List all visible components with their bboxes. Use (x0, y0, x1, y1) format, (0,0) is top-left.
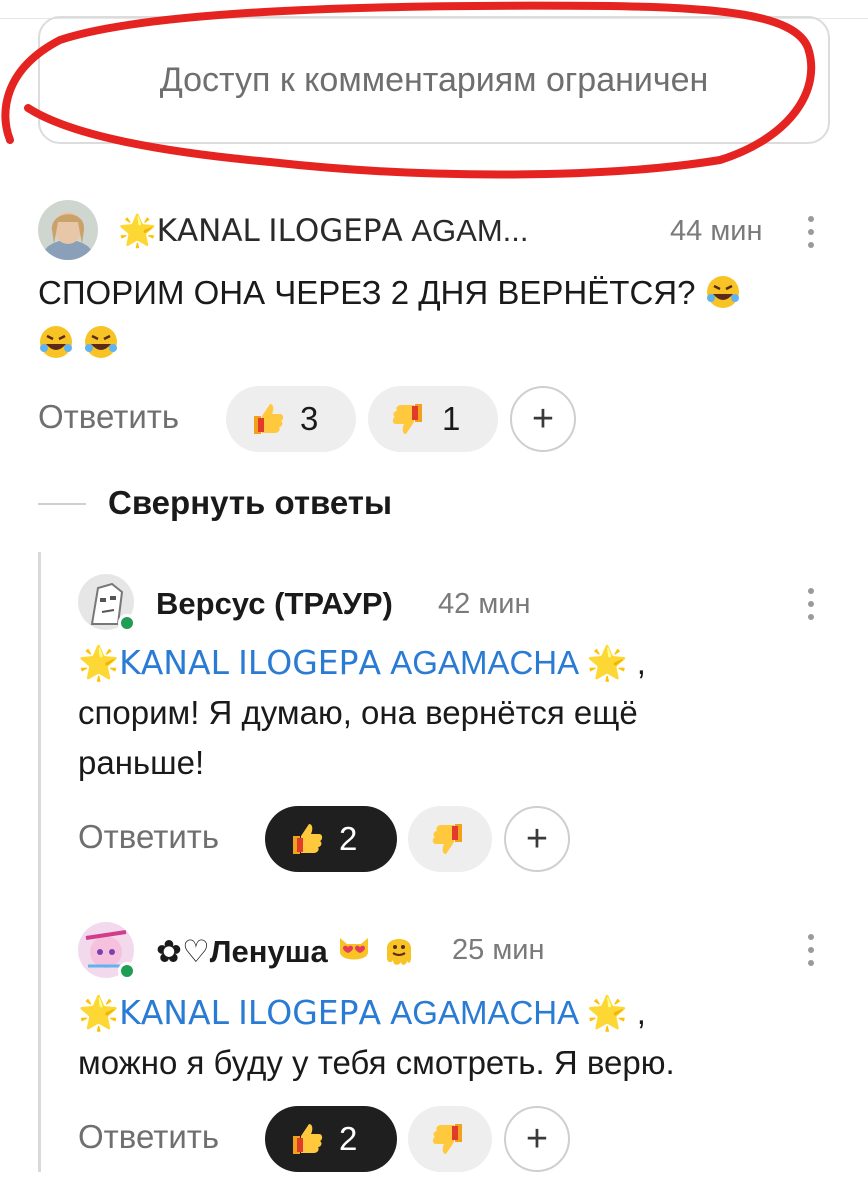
comment-text: СПОРИМ ОНА ЧЕРЕЗ 2 ДНЯ ВЕРНЁТСЯ? (38, 268, 828, 368)
online-indicator (118, 614, 136, 632)
rofl-emoji (85, 326, 118, 358)
like-button[interactable]: 2 (265, 1106, 397, 1172)
rofl-emoji (40, 326, 72, 358)
comment-time: 44 мин (670, 215, 763, 247)
mention-link[interactable]: 🌟ꓗꓮꓠꓮꓡ ꓲꓡꓳꓖꓰꓑꓮ AGAMACHA 🌟 (78, 644, 628, 681)
like-button[interactable]: 2 (265, 806, 397, 872)
thumbs-down-icon (392, 404, 422, 434)
restricted-notice-text: Доступ к комментариям ограничен (159, 60, 709, 99)
dislike-button[interactable] (408, 806, 492, 872)
comment-text: 🌟ꓗꓮꓠꓮꓡ ꓲꓡꓳꓖꓰꓑꓮ AGAMACHA 🌟 , спорим! Я ду… (78, 644, 646, 781)
add-reaction-button[interactable]: + (510, 386, 576, 452)
thumbs-up-icon (254, 404, 284, 434)
more-options-icon[interactable] (806, 216, 816, 256)
comment-author[interactable]: Версус (ТРАУР) (156, 586, 393, 622)
reply-button[interactable]: Ответить (78, 818, 219, 856)
like-button[interactable]: 3 (226, 386, 356, 452)
comment-time: 25 мин (452, 934, 545, 966)
thumbs-down-icon (432, 1124, 462, 1154)
star-emoji: 🌟 (118, 213, 157, 248)
more-options-icon[interactable] (806, 934, 816, 974)
heart-eyes-cat-emoji (340, 938, 369, 960)
reply-button[interactable]: Ответить (78, 1118, 219, 1156)
online-indicator (118, 962, 136, 980)
comment-time: 42 мин (438, 588, 531, 620)
dislike-button[interactable]: 1 (368, 386, 498, 452)
comment-author[interactable]: ✿♡Ленуша (156, 932, 417, 970)
mention-link[interactable]: 🌟ꓗꓮꓠꓮꓡ ꓲꓡꓳꓖꓰꓑꓮ AGAMACHA 🌟 (78, 994, 628, 1031)
more-options-icon[interactable] (806, 588, 816, 628)
comment-author[interactable]: 🌟ꓗꓮꓠꓮꓡ ꓲꓡꓳꓖꓰꓑꓮ AGAM... (118, 212, 529, 249)
avatar[interactable] (38, 200, 98, 260)
rofl-emoji (706, 276, 739, 308)
comment-text: 🌟ꓗꓮꓠꓮꓡ ꓲꓡꓳꓖꓰꓑꓮ AGAMACHA 🌟 , можно я буду… (78, 994, 675, 1081)
add-reaction-button[interactable]: + (504, 806, 570, 872)
thumbs-up-icon (293, 1124, 323, 1154)
thumbs-up-icon (293, 824, 323, 854)
dislike-button[interactable] (408, 1106, 492, 1172)
collapse-replies-button[interactable]: Свернуть ответы (108, 484, 392, 522)
reply-button[interactable]: Ответить (38, 398, 179, 436)
add-reaction-button[interactable]: + (504, 1106, 570, 1172)
thread-line (38, 552, 41, 1172)
comments-restricted-notice: Доступ к комментариям ограничен (38, 16, 830, 144)
thumbs-down-icon (432, 824, 462, 854)
melting-face-emoji (387, 939, 412, 965)
collapse-divider (38, 503, 86, 505)
